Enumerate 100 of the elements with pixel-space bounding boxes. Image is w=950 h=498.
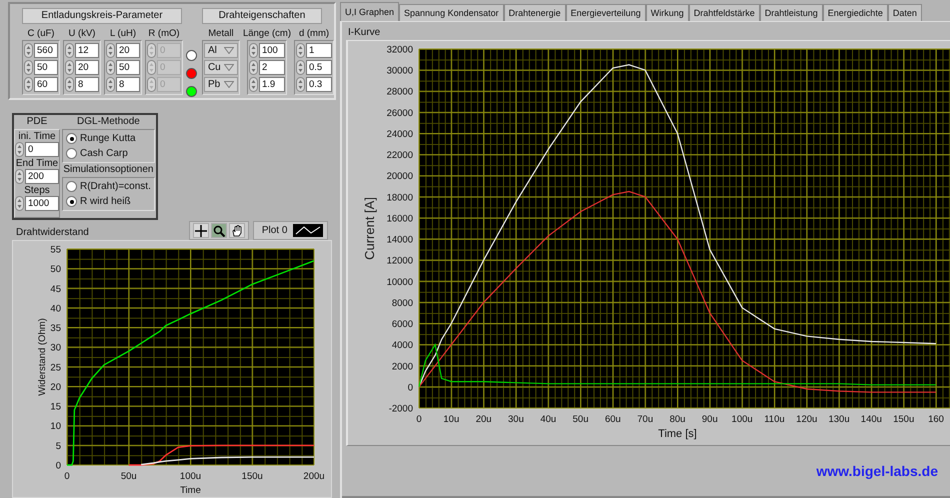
website-link[interactable]: www.bigel-labs.de (816, 463, 938, 479)
axis-tick-label: 0 (408, 382, 413, 394)
spin-button[interactable] (248, 77, 258, 92)
axis-tick-label: 200u (303, 471, 325, 482)
number-field[interactable]: 1 (306, 43, 332, 58)
metal-dropdown[interactable]: Pb (204, 77, 238, 92)
number-field[interactable]: 100 (258, 43, 285, 58)
axis-title: Widerstand (Ohm) (37, 318, 48, 396)
radio-label: R wird heiß (80, 196, 131, 208)
metal-dropdown[interactable]: Al (204, 43, 238, 58)
caret-icon (224, 81, 234, 88)
axis-tick-label: 28000 (386, 86, 413, 98)
number-field[interactable]: 0.3 (306, 77, 332, 92)
spin-button[interactable] (106, 43, 115, 58)
axis-tick-label: 20u (476, 414, 492, 425)
spin-button[interactable] (296, 77, 305, 92)
pan-tool-button[interactable] (228, 223, 245, 238)
zoom-icon (212, 224, 225, 236)
metal-dropdown[interactable]: Cu (204, 60, 238, 75)
zoom-tool-button[interactable] (210, 223, 227, 238)
tab[interactable]: Drahtfeldstärke (688, 4, 760, 21)
spin-button[interactable] (24, 43, 33, 58)
spin-button[interactable] (24, 77, 33, 92)
axis-tick-label: 5 (56, 440, 61, 452)
radio-button[interactable] (66, 133, 77, 144)
spin-button[interactable] (106, 60, 115, 75)
axis-tick-label: 150u (893, 414, 914, 425)
tab[interactable]: Spannung Kondensator (399, 4, 504, 21)
axis-tick-label: 150u (242, 471, 263, 482)
axis-tick-label: 45 (50, 284, 61, 295)
tab[interactable]: Drahtleistung (760, 4, 823, 21)
spin-button[interactable] (147, 43, 156, 58)
axis-tick-label: 12000 (386, 256, 413, 267)
spin-button[interactable] (248, 60, 258, 75)
number-field[interactable]: 20 (116, 43, 140, 58)
spin-button[interactable] (296, 43, 305, 58)
number-field[interactable]: 12 (75, 43, 99, 58)
radio-button[interactable] (66, 181, 77, 192)
spin-button[interactable] (65, 77, 74, 92)
spin-button[interactable] (248, 43, 258, 58)
spin-button[interactable] (24, 60, 33, 75)
number-field[interactable]: 20 (75, 60, 99, 75)
axis-tick-label: 20 (50, 382, 61, 393)
spin-button[interactable] (147, 77, 156, 92)
axis-tick-label: -2000 (388, 404, 413, 414)
number-field[interactable]: 60 (34, 77, 58, 92)
spin-button[interactable] (15, 142, 24, 158)
radio-button[interactable] (66, 196, 77, 208)
axis-tick-label: 0 (64, 471, 70, 482)
tab[interactable]: U,I Graphen (340, 2, 400, 21)
tab[interactable]: Drahtenergie (504, 4, 566, 21)
axis-tick-label: 4000 (392, 340, 413, 352)
section-title: Simulationsoptionen (62, 163, 154, 178)
spin-button[interactable] (65, 43, 74, 58)
axis-tick-label: 100u (180, 471, 202, 482)
radio-button[interactable] (66, 148, 77, 160)
axis-tick-label: 26000 (386, 108, 413, 119)
spin-button[interactable] (147, 60, 156, 75)
crosshair-icon (194, 224, 207, 236)
number-field[interactable]: 8 (116, 77, 140, 92)
number-field[interactable]: 560 (34, 43, 58, 58)
number-field[interactable]: 0 (25, 142, 59, 158)
axis-tick-label: 16000 (386, 213, 413, 224)
tab[interactable]: Energieverteilung (566, 4, 646, 21)
number-field[interactable]: 1000 (25, 196, 59, 212)
axis-tick-label: 0 (416, 414, 422, 425)
cursor-tool-button[interactable] (192, 223, 209, 238)
radio-label: Cash Carp (80, 148, 128, 160)
axis-tick-label: 22000 (386, 150, 413, 162)
tab[interactable]: Daten (888, 4, 922, 21)
line-style-icon (293, 224, 324, 237)
number-field[interactable]: 0.5 (306, 60, 332, 75)
axis-tick-label: 2000 (392, 361, 413, 372)
spin-button[interactable] (15, 169, 24, 184)
axis-tick-label: 14000 (386, 234, 413, 246)
spin-button[interactable] (296, 60, 305, 75)
number-field[interactable]: 50 (34, 60, 58, 75)
number-field[interactable]: 50 (116, 60, 140, 75)
tab[interactable]: Energiedichte (822, 4, 888, 21)
axis-tick-label: 40u (540, 414, 556, 425)
number-field[interactable]: 1.9 (258, 77, 285, 92)
number-field[interactable]: 2 (258, 60, 285, 75)
axis-tick-label: 120u (796, 414, 818, 425)
spin-button[interactable] (15, 196, 24, 212)
number-field[interactable]: 8 (75, 77, 99, 92)
column-header: d (mm) (298, 27, 330, 40)
spin-button[interactable] (106, 77, 115, 92)
number-field[interactable]: 200 (25, 169, 59, 184)
axis-tick-label: 24000 (386, 128, 413, 140)
spin-button[interactable] (65, 60, 74, 75)
tab[interactable]: Wirkung (646, 4, 689, 21)
axis-title: Current [A] (362, 197, 377, 260)
field-label: ini. Time (18, 132, 56, 142)
axis-title: Time (180, 485, 201, 496)
plot-legend[interactable]: Plot 0 (252, 221, 328, 240)
axis-tick-label: 0 (56, 460, 61, 472)
group-header: Drahteigenschaften (202, 8, 322, 24)
radio-label: Runge Kutta (80, 133, 136, 144)
axis-tick-label: 55 (50, 244, 61, 256)
axis-tick-label: 8000 (392, 298, 413, 309)
